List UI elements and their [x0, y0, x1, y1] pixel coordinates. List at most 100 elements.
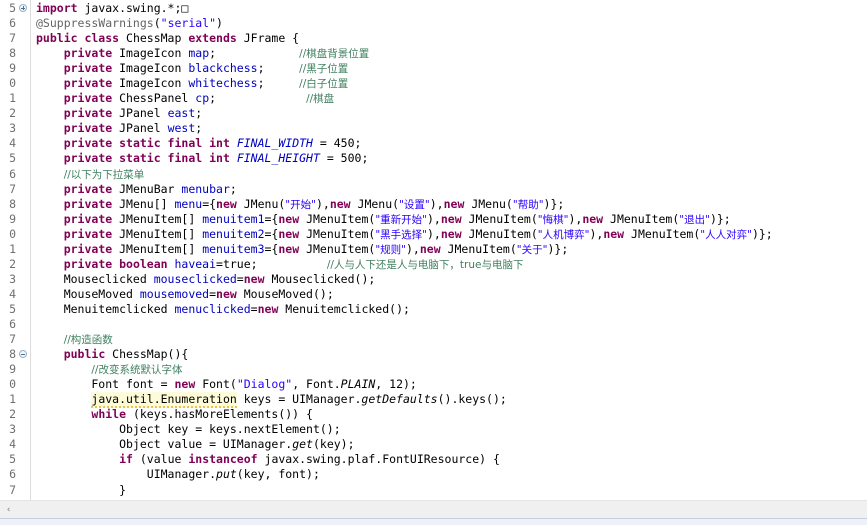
fold-cell[interactable] — [17, 347, 30, 362]
code-line[interactable]: private static final int FINAL_HEIGHT = … — [31, 151, 867, 166]
line-number: 7 — [9, 31, 16, 46]
code-token-plain: JMenu[] — [119, 196, 175, 211]
code-token-plain: (key); — [312, 437, 355, 452]
fold-cell — [17, 61, 30, 76]
code-line[interactable]: private JPanel west; — [31, 121, 867, 136]
code-token-str: "人人对弈" — [700, 228, 752, 241]
code-token-kw: private — [63, 91, 120, 106]
scrollbar-track[interactable] — [17, 501, 867, 518]
fold-cell — [17, 227, 30, 242]
fold-cell[interactable] — [17, 1, 30, 16]
code-token-plain: ={ — [264, 241, 279, 256]
code-token-plain: ), — [568, 211, 583, 226]
code-line[interactable]: Object value = UIManager.get(key); — [31, 437, 867, 452]
code-line[interactable]: public class ChessMap extends JFrame { — [31, 31, 867, 46]
fold-expand-icon[interactable] — [19, 4, 27, 12]
code-token-pad — [265, 61, 300, 75]
code-token-ann: @SuppressWarnings — [36, 16, 154, 31]
code-token-plain: Object value = UIManager. — [36, 437, 293, 452]
code-line[interactable]: private ImageIcon whitechess; //白子位置 — [31, 76, 867, 91]
code-token-plain: ={ — [264, 226, 279, 241]
code-line[interactable]: //以下为下拉菜单 — [31, 167, 867, 182]
code-line[interactable]: private ChessPanel cp; //棋盘 — [31, 91, 867, 106]
code-token-kw: new — [257, 301, 286, 316]
code-token-stat: get — [292, 437, 313, 452]
fold-cell — [17, 483, 30, 498]
code-line[interactable]: //构造函数 — [31, 332, 867, 347]
code-token-cmt: //人与人下还是人与电脑下，true与电脑下 — [326, 258, 524, 271]
code-line[interactable]: MouseMoved mousemoved=new MouseMoved(); — [31, 287, 867, 302]
code-line[interactable]: @SuppressWarnings("serial") — [31, 16, 867, 31]
code-token-plain: javax.swing.plaf.FontUIResource) { — [264, 452, 500, 467]
code-token-plain: Font( — [202, 377, 237, 392]
code-line[interactable]: Menuitemclicked menuclicked=new Menuitem… — [31, 302, 867, 317]
code-token-fld: east — [167, 106, 196, 121]
line-number-gutter: 5678901234567890123456789012345678 — [0, 0, 17, 500]
code-token-str: "开始" — [285, 198, 316, 211]
code-token-str: "规则" — [375, 243, 406, 256]
code-line[interactable]: private JMenuBar menubar; — [31, 182, 867, 197]
code-token-kw: public — [63, 347, 113, 362]
code-line[interactable]: java.util.Enumeration keys = UIManager.g… — [31, 392, 867, 409]
scroll-left-arrow-icon[interactable]: ‹ — [0, 501, 17, 518]
code-token-plain: ImageIcon — [119, 61, 189, 76]
code-line[interactable]: private JMenuItem[] menuitem3={new JMenu… — [31, 242, 867, 257]
code-line[interactable]: if (value instanceof javax.swing.plaf.Fo… — [31, 452, 867, 467]
code-line[interactable]: private JPanel east; — [31, 106, 867, 121]
code-token-cmt: //以下为下拉菜单 — [63, 168, 145, 181]
code-line[interactable]: private boolean haveai=true; //人与人下还是人与电… — [31, 257, 867, 272]
code-token-plain: JMenuItem[] — [119, 211, 203, 226]
code-token-str: "关于" — [516, 243, 548, 256]
code-token-plain: javax.swing.*; — [84, 1, 182, 15]
code-line[interactable]: Object key = keys.nextElement(); — [31, 422, 867, 437]
code-token-plain: = — [209, 286, 217, 301]
code-line[interactable]: Font font = new Font("Dialog", Font.PLAI… — [31, 377, 867, 392]
code-line[interactable] — [31, 317, 867, 332]
code-line[interactable]: private JMenu[] menu={new JMenu("开始"),ne… — [31, 197, 867, 212]
horizontal-scrollbar[interactable]: ‹ — [0, 500, 867, 518]
line-number: 5 — [9, 452, 16, 467]
code-line[interactable]: //改变系统默认字体 — [31, 362, 867, 377]
code-line[interactable]: while (keys.hasMoreElements()) { — [31, 407, 867, 422]
code-token-cmt: //棋盘背景位置 — [299, 48, 370, 61]
code-line[interactable]: } — [31, 483, 867, 498]
code-line[interactable]: import javax.swing.*;□ — [31, 1, 867, 16]
code-line[interactable]: public ChessMap(){ — [31, 347, 867, 362]
code-token-cmt: //黑子位置 — [299, 63, 349, 76]
code-folding-column[interactable] — [17, 0, 30, 500]
line-number: 9 — [9, 362, 16, 377]
source-code-text[interactable]: import javax.swing.*;□ @SuppressWarnings(… — [31, 0, 867, 500]
java-code-editor: 5678901234567890123456789012345678 impor… — [0, 0, 867, 525]
code-token-kw: new — [329, 196, 358, 211]
code-line[interactable]: Mouseclicked mouseclicked=new Mouseclick… — [31, 272, 867, 287]
code-token-fld: cp — [195, 91, 210, 106]
editor-code-area[interactable]: 5678901234567890123456789012345678 impor… — [0, 0, 867, 500]
code-token-kw: private — [63, 241, 120, 256]
code-line[interactable]: private ImageIcon blackchess; //黑子位置 — [31, 61, 867, 76]
code-token-str: "设置" — [399, 198, 430, 211]
code-line[interactable]: private static final int FINAL_WIDTH = 4… — [31, 136, 867, 151]
code-token-fld: menuitem2 — [202, 226, 265, 241]
code-token-kw: private — [63, 61, 120, 76]
code-token-plain: JMenuItem[] — [119, 226, 203, 241]
code-token-kw: extends — [188, 31, 244, 46]
code-line[interactable]: private ImageIcon map; //棋盘背景位置 — [31, 46, 867, 61]
code-token-kw: new — [440, 226, 469, 241]
line-number: 2 — [9, 256, 16, 271]
fold-collapse-icon[interactable] — [19, 350, 27, 359]
code-token-plain: JMenuItem( — [306, 241, 376, 256]
code-line[interactable]: UIManager.put(key, font); — [31, 467, 867, 482]
code-line[interactable]: private JMenuItem[] menuitem2={new JMenu… — [31, 227, 867, 242]
code-token-fld: whitechess — [188, 76, 258, 91]
code-token-plain: ImageIcon — [119, 46, 189, 61]
code-line[interactable]: private JMenuItem[] menuitem1={new JMenu… — [31, 212, 867, 227]
code-token-plain: ChessMap(){ — [112, 347, 189, 362]
code-token-kw: new — [174, 377, 203, 392]
fold-cell — [17, 332, 30, 347]
code-token-kw: private — [63, 226, 120, 241]
